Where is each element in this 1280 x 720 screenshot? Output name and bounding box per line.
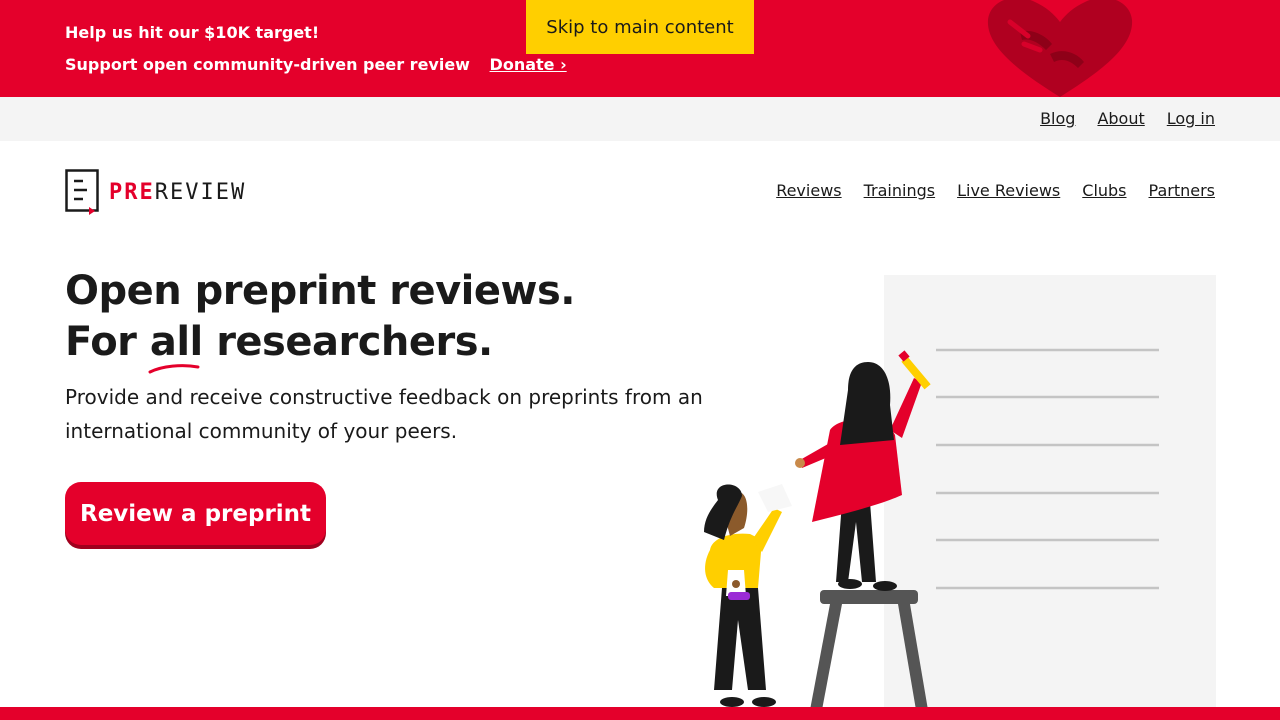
skip-to-main-content-link[interactable]: Skip to main content — [526, 0, 754, 54]
nav-link-partners[interactable]: Partners — [1149, 181, 1215, 200]
footer-strip — [0, 707, 1280, 720]
nav-link-live-reviews[interactable]: Live Reviews — [957, 181, 1060, 200]
hero-description: Provide and receive constructive feedbac… — [65, 385, 703, 443]
hero-title-line2-prefix: For — [65, 319, 150, 365]
donate-link[interactable]: Donate › — [490, 55, 567, 74]
hero-title-emphasis: all — [148, 317, 203, 374]
banner-headline: Help us hit our $10K target! — [65, 23, 320, 42]
main-nav: Reviews Trainings Live Reviews Clubs Par… — [776, 181, 1215, 200]
hero-title-emphasis-text: all — [149, 319, 203, 365]
nav-link-clubs[interactable]: Clubs — [1082, 181, 1126, 200]
hero-title-line2-suffix: researchers. — [202, 319, 493, 365]
underline-swoosh-icon — [148, 364, 200, 374]
hero-title-line1: Open preprint reviews. — [65, 268, 575, 314]
hero-title: Open preprint reviews. For all researche… — [65, 266, 575, 374]
logo-wordmark: PREREVIEW — [109, 180, 246, 205]
nav-link-trainings[interactable]: Trainings — [864, 181, 935, 200]
researchers-illustration — [704, 275, 1216, 710]
banner-subline: Support open community-driven peer revie… — [65, 55, 567, 74]
utility-link-about[interactable]: About — [1097, 109, 1144, 128]
document-logo-icon — [65, 169, 99, 215]
utility-bar: Blog About Log in — [0, 97, 1280, 141]
nav-link-reviews[interactable]: Reviews — [776, 181, 841, 200]
prereview-logo[interactable]: PREREVIEW — [65, 169, 246, 215]
utility-nav: Blog About Log in — [1040, 109, 1215, 128]
heart-hands-icon — [987, 0, 1133, 97]
logo-pre: PRE — [109, 179, 155, 205]
utility-link-login[interactable]: Log in — [1167, 109, 1215, 128]
banner-subline-text: Support open community-driven peer revie… — [65, 55, 470, 74]
utility-link-blog[interactable]: Blog — [1040, 109, 1075, 128]
logo-review: REVIEW — [154, 179, 247, 205]
review-preprint-button[interactable]: Review a preprint — [65, 482, 327, 545]
